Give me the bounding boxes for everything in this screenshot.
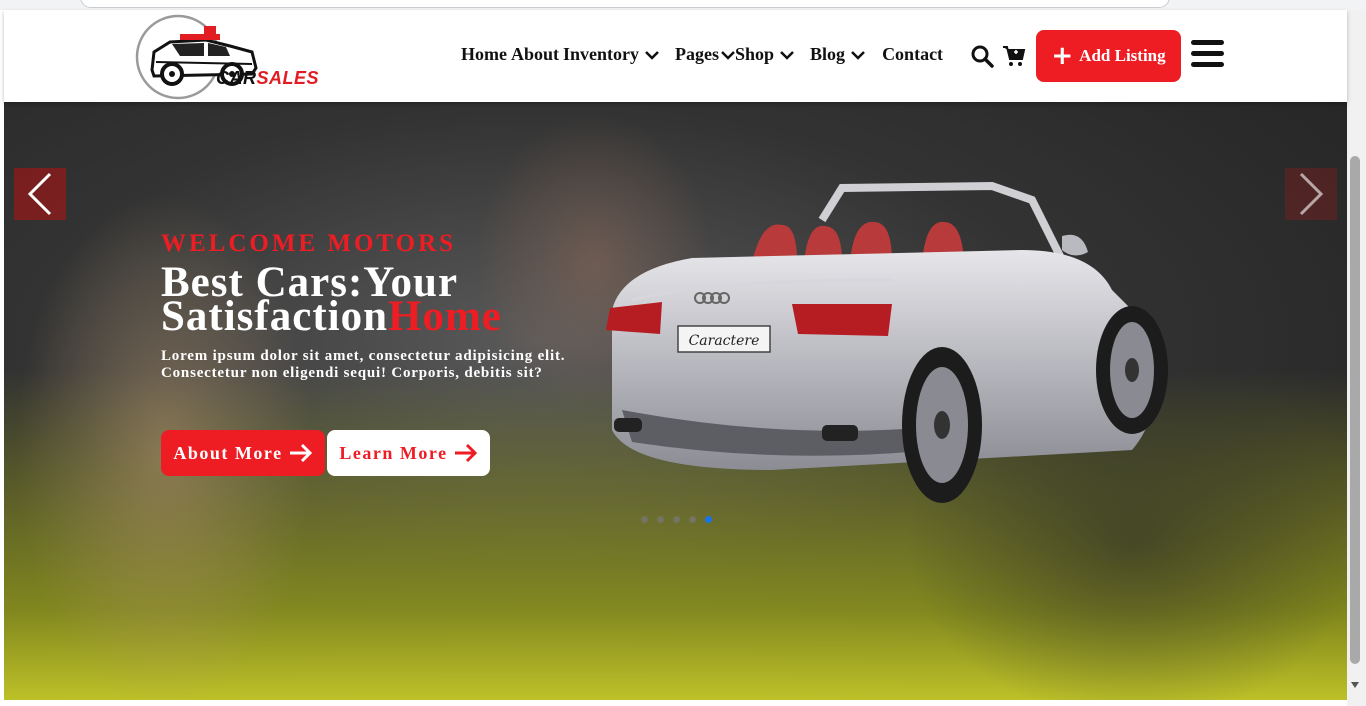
- browser-chrome: [0, 0, 1366, 10]
- nav-item-shop[interactable]: Shop: [735, 44, 794, 65]
- nav-item-contact[interactable]: Contact: [882, 44, 943, 65]
- slider-next-button[interactable]: [1285, 168, 1337, 220]
- site-header: CARSALES Home About Inventory Pages Shop…: [4, 10, 1347, 102]
- slider-dot-2[interactable]: [657, 516, 664, 523]
- chevron-right-icon: [1299, 172, 1324, 216]
- license-plate-text: Caractere: [689, 333, 760, 349]
- add-listing-label: Add Listing: [1079, 46, 1166, 65]
- nav-item-label: Home: [461, 44, 507, 64]
- slider-dot-4[interactable]: [689, 516, 696, 523]
- nav-item-label: Blog: [810, 44, 846, 64]
- hero-title-highlight: Home: [388, 293, 502, 340]
- chevron-down-icon: [851, 50, 865, 60]
- slider-dot-5[interactable]: [705, 516, 712, 523]
- plus-icon: +: [1051, 41, 1074, 71]
- nav-item-label: Contact: [882, 44, 944, 64]
- main-nav: Home About Inventory Pages Shop Blog Con…: [461, 44, 943, 65]
- nav-item-label: About: [510, 44, 559, 64]
- logo[interactable]: CARSALES: [134, 12, 344, 100]
- learn-more-label: Learn More: [339, 442, 448, 463]
- hero-slider: WELCOME MOTORS Best Cars:Your Satisfacti…: [4, 102, 1347, 700]
- nav-item-pages[interactable]: Pages: [675, 44, 735, 65]
- hero-welcome: WELCOME MOTORS: [161, 230, 457, 257]
- nav-item-label: Shop: [735, 44, 775, 64]
- logo-text-sales: SALES: [256, 68, 320, 88]
- hero-title: Best Cars:Your SatisfactionHome: [161, 261, 502, 338]
- slider-dots: [641, 516, 721, 523]
- slider-dot-1[interactable]: [641, 516, 648, 523]
- nav-item-label: Pages: [675, 44, 719, 64]
- hero-title-line2: Satisfaction: [161, 293, 388, 340]
- menu-icon[interactable]: [1191, 40, 1224, 72]
- logo-text: CARSALES: [216, 68, 319, 89]
- nav-item-inventory[interactable]: Inventory: [563, 44, 659, 65]
- hero-description: Lorem ipsum dolor sit amet, consectetur …: [161, 348, 566, 381]
- about-more-button[interactable]: About More: [161, 430, 325, 476]
- nav-item-blog[interactable]: Blog: [810, 44, 865, 65]
- scrollbar-thumb[interactable]: [1350, 156, 1360, 664]
- slider-prev-button[interactable]: [14, 168, 66, 220]
- about-more-label: About More: [173, 442, 283, 463]
- logo-text-car: CAR: [216, 68, 257, 88]
- search-icon[interactable]: [970, 44, 994, 68]
- arrow-right-icon: [289, 443, 312, 463]
- nav-item-about[interactable]: About: [511, 44, 559, 65]
- add-listing-button[interactable]: + Add Listing: [1036, 30, 1181, 82]
- chevron-left-icon: [27, 172, 52, 216]
- cart-icon[interactable]: [1002, 44, 1026, 68]
- slider-dot-3[interactable]: [673, 516, 680, 523]
- convertible-car-image: Caractere: [606, 181, 1168, 503]
- nav-item-home[interactable]: Home: [461, 44, 507, 65]
- chevron-down-icon: [721, 50, 735, 60]
- address-bar[interactable]: [80, 0, 1170, 8]
- learn-more-button[interactable]: Learn More: [327, 430, 490, 476]
- chevron-down-icon: [780, 50, 794, 60]
- scroll-down-arrow-icon[interactable]: [1351, 682, 1359, 688]
- arrow-right-icon: [454, 443, 477, 463]
- chevron-down-icon: [645, 50, 659, 60]
- page-scrollbar[interactable]: [1347, 10, 1366, 706]
- nav-item-label: Inventory: [563, 44, 639, 64]
